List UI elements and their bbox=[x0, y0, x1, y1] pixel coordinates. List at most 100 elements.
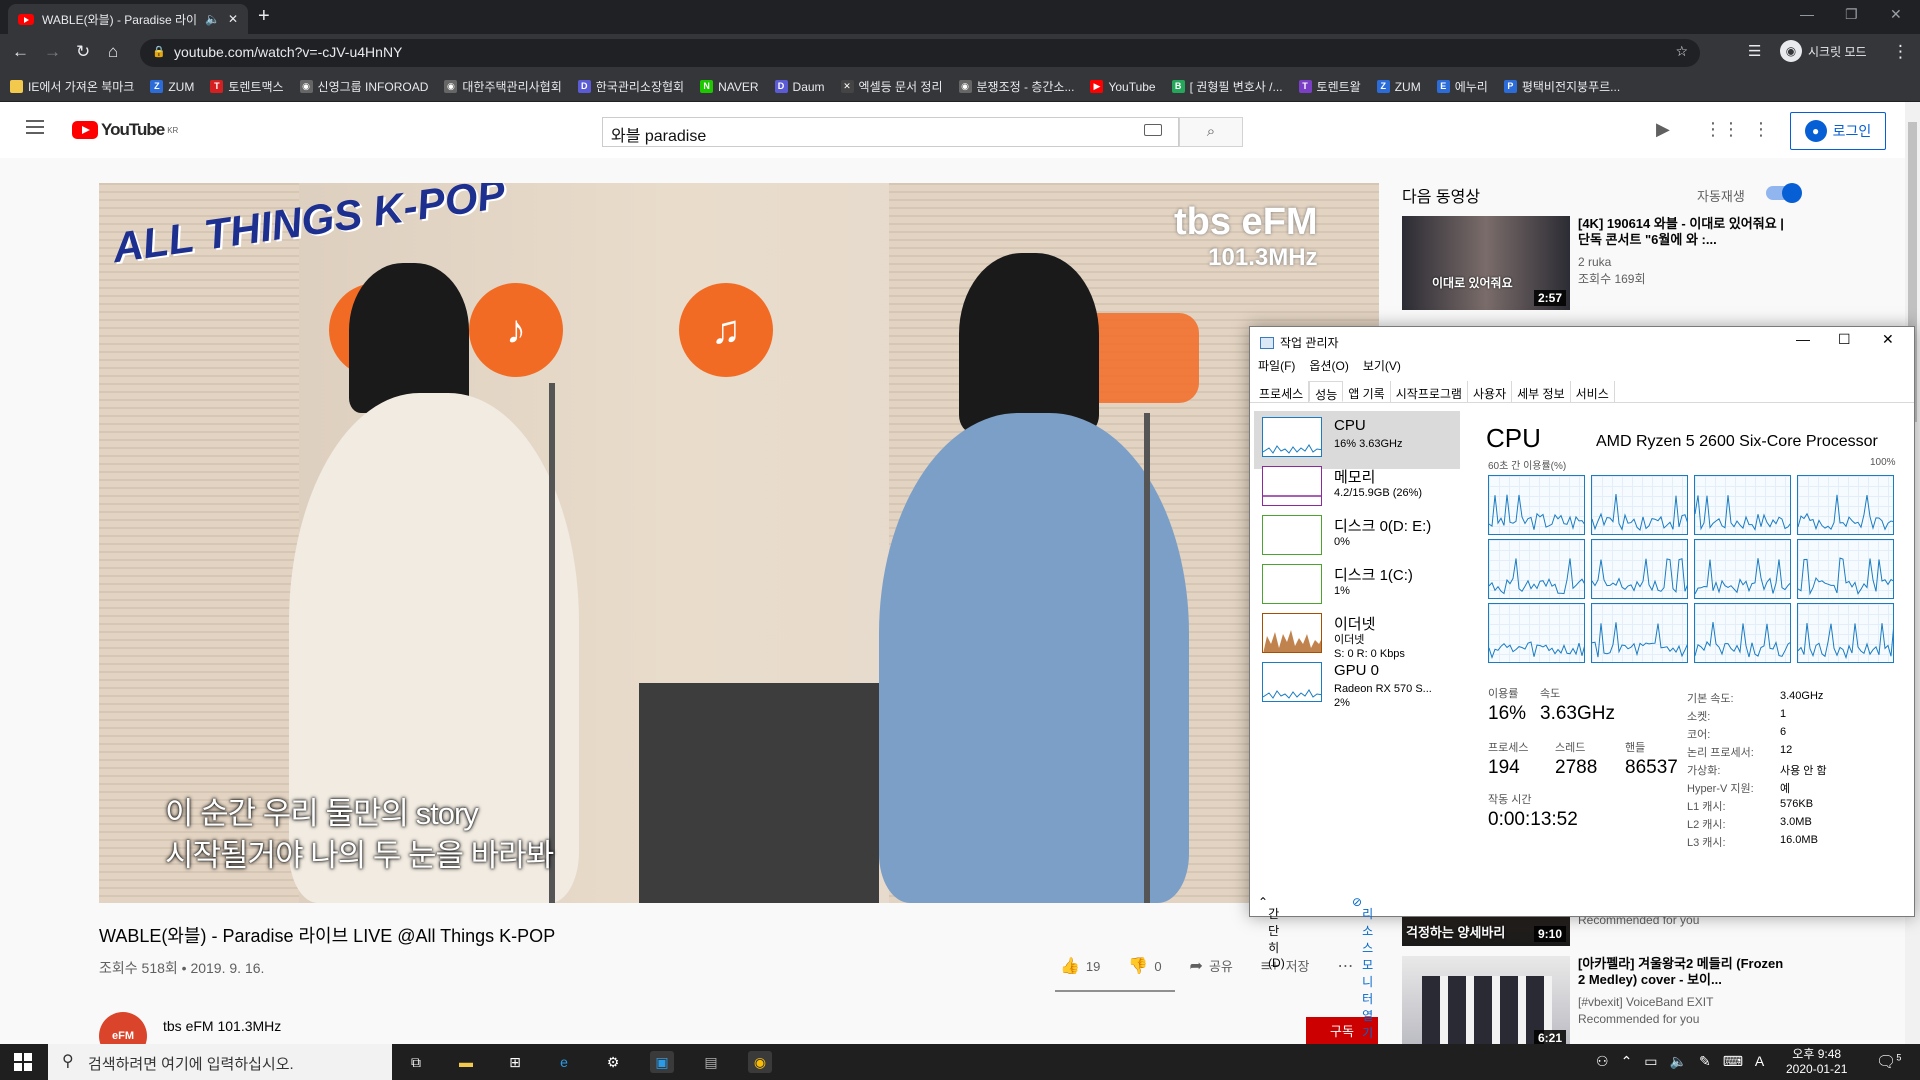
address-bar[interactable]: 🔒 youtube.com/watch?v=-cJV-u4HnNY ☆ bbox=[140, 39, 1700, 67]
taskbar-clock[interactable]: 오후 9:48 2020-01-21 bbox=[1786, 1047, 1847, 1077]
resource-monitor-link[interactable]: ⊘ 리소스 모니터 열기 bbox=[1352, 895, 1373, 1040]
browser-tab[interactable]: WABLE(와블) - Paradise 라이 🔈 ✕ bbox=[8, 4, 248, 34]
bookmark-item[interactable]: ◉ 분쟁조정 - 층간소... bbox=[958, 78, 1074, 95]
people-icon[interactable]: ⚇ bbox=[1596, 1053, 1609, 1070]
close-icon[interactable]: ✕ bbox=[1882, 331, 1894, 348]
search-button[interactable]: ⌕ bbox=[1179, 117, 1243, 147]
mute-icon[interactable]: 🔈 bbox=[205, 12, 220, 26]
pen-icon[interactable]: ✎ bbox=[1699, 1053, 1711, 1070]
network-icon[interactable]: ▭ bbox=[1644, 1053, 1657, 1070]
close-window-icon[interactable]: ✕ bbox=[1890, 6, 1902, 23]
autoplay-toggle[interactable] bbox=[1766, 183, 1802, 203]
chrome-icon[interactable]: ◉ bbox=[748, 1051, 772, 1073]
apps-grid-icon[interactable]: ⋮⋮ bbox=[1704, 119, 1740, 140]
video-thumbnail[interactable]: 이대로 있어줘요 2:57 bbox=[1402, 216, 1570, 310]
fewer-details-label: 간단히(D) bbox=[1268, 907, 1285, 970]
new-tab-button[interactable]: + bbox=[258, 5, 270, 28]
menu-file[interactable]: 파일(F) bbox=[1258, 357, 1295, 374]
youtube-logo[interactable]: YouTube KR bbox=[72, 120, 178, 140]
bookmark-item[interactable]: T 토렌트맥스 bbox=[210, 78, 284, 95]
recommendation-card[interactable]: 6:21 [아카펠라] 겨울왕국2 메들리 (Frozen 2 Medley) … bbox=[1402, 956, 1902, 1050]
restore-icon[interactable]: ❐ bbox=[1845, 6, 1858, 23]
bookmark-item[interactable]: ✕ 엑셀등 문서 정리 bbox=[840, 78, 943, 95]
windows-start-icon[interactable] bbox=[14, 1053, 32, 1071]
tab-performance[interactable]: 성능 bbox=[1309, 381, 1344, 402]
tab-processes[interactable]: 프로세스 bbox=[1254, 381, 1310, 402]
video-player[interactable]: 🔊 ♪ ♫ ALL THINGS K-POP tbs eFM 101.3MHz … bbox=[99, 183, 1379, 903]
tab-details[interactable]: 세부 정보 bbox=[1512, 381, 1571, 402]
browser-tab-strip: WABLE(와블) - Paradise 라이 🔈 ✕ + — ❐ ✕ bbox=[0, 0, 1920, 34]
channel-name[interactable]: tbs eFM 101.3MHz bbox=[163, 1018, 281, 1034]
bookmark-item[interactable]: D 한국관리소장협회 bbox=[577, 78, 685, 95]
bookmark-item[interactable]: ◉ 신영그룹 INFOROAD bbox=[299, 78, 428, 95]
bookmark-item[interactable]: P 평택비전지붕푸르... bbox=[1503, 78, 1620, 95]
back-icon[interactable]: ← bbox=[12, 42, 29, 62]
menu-kebab-icon[interactable]: ⋮ bbox=[1892, 42, 1909, 62]
tab-app-history[interactable]: 앱 기록 bbox=[1343, 381, 1391, 402]
bookmark-label: 한국관리소장협회 bbox=[595, 80, 685, 94]
tab-services[interactable]: 서비스 bbox=[1571, 381, 1615, 402]
volume-icon[interactable]: 🔈 bbox=[1670, 1053, 1687, 1070]
threads-value: 2788 bbox=[1555, 757, 1598, 778]
reload-icon[interactable]: ↻ bbox=[76, 42, 90, 62]
up-next-heading: 다음 동영상 bbox=[1402, 189, 1481, 206]
task-manager-window[interactable]: 작업 관리자 — ☐ ✕ 파일(F) 옵션(O) 보기(V) 프로세스 성능 앱… bbox=[1249, 326, 1915, 1040]
tab-users[interactable]: 사용자 bbox=[1468, 381, 1513, 402]
internet-explorer-icon[interactable]: e bbox=[552, 1051, 576, 1073]
resource-item[interactable]: GPU 0 Radeon RX 570 S... 2% bbox=[1254, 656, 1460, 714]
bookmark-item[interactable]: T 토렌트왈 bbox=[1298, 78, 1361, 95]
app-icon[interactable]: ⚙ bbox=[601, 1051, 625, 1073]
tray-expand-icon[interactable]: ⌃ bbox=[1621, 1053, 1633, 1070]
recommendation-title[interactable]: [아카펠라] 겨울왕국2 메들리 (Frozen 2 Medley) cover… bbox=[1578, 956, 1788, 988]
forward-icon[interactable]: → bbox=[44, 42, 61, 62]
bookmark-item[interactable]: B [ 권형필 변호사 /... bbox=[1171, 78, 1283, 95]
minimize-icon[interactable]: — bbox=[1796, 331, 1810, 347]
minimize-icon[interactable]: — bbox=[1800, 6, 1814, 22]
account-icon: ● bbox=[1804, 120, 1827, 142]
bookmark-item[interactable]: E 에누리 bbox=[1436, 78, 1488, 95]
store-icon[interactable]: ⊞ bbox=[503, 1051, 527, 1073]
bookmark-item[interactable]: Z ZUM bbox=[1376, 80, 1421, 94]
hamburger-menu-icon[interactable] bbox=[26, 120, 44, 134]
incognito-indicator[interactable]: ◉ 시크릿 모드 bbox=[1780, 40, 1867, 62]
task-manager-taskbar-icon[interactable]: ▣ bbox=[650, 1051, 674, 1073]
bookmark-star-icon[interactable]: ☆ bbox=[1675, 43, 1688, 60]
maximize-icon[interactable]: ☐ bbox=[1838, 331, 1851, 348]
fewer-details-button[interactable]: ⌃ 간단히(D) bbox=[1258, 895, 1285, 970]
resource-detail: 이더넷 bbox=[1334, 634, 1365, 646]
home-icon[interactable]: ⌂ bbox=[108, 42, 118, 62]
more-actions-icon[interactable]: ⋯ bbox=[1337, 956, 1359, 976]
settings-kebab-icon[interactable]: ⋮ bbox=[1752, 119, 1770, 140]
queue-icon[interactable]: ☰ bbox=[1748, 42, 1761, 60]
login-button[interactable]: ● 로그인 bbox=[1790, 112, 1886, 150]
keyboard-icon[interactable]: ⌨ bbox=[1723, 1053, 1743, 1070]
video-thumbnail[interactable]: 6:21 bbox=[1402, 956, 1570, 1050]
ime-indicator[interactable]: A bbox=[1755, 1053, 1764, 1070]
keyboard-icon[interactable] bbox=[1144, 124, 1162, 136]
bookmark-item[interactable]: ▶ YouTube bbox=[1090, 80, 1156, 94]
tab-startup[interactable]: 시작프로그램 bbox=[1391, 381, 1468, 402]
search-input[interactable]: 와블 paradise bbox=[602, 117, 1179, 147]
recommendation-title[interactable]: [4K] 190614 와블 - 이대로 있어줘요 | 단독 콘서트 "6월에 … bbox=[1578, 216, 1788, 248]
recommendation-card[interactable]: 이대로 있어줘요 2:57 [4K] 190614 와블 - 이대로 있어줘요 … bbox=[1402, 216, 1902, 310]
taskbar-search-box[interactable]: ⚲ 검색하려면 여기에 입력하십시오. bbox=[48, 1044, 392, 1080]
bookmark-item[interactable]: ◉ 대한주택관리사협회 bbox=[444, 78, 562, 95]
dislike-button[interactable]: 👎 0 bbox=[1128, 956, 1161, 976]
create-video-icon[interactable]: ▶ bbox=[1656, 119, 1670, 140]
menu-view[interactable]: 보기(V) bbox=[1363, 357, 1401, 374]
share-button[interactable]: ➦ 공유 bbox=[1190, 956, 1233, 976]
app-window-icon[interactable]: ▤ bbox=[699, 1051, 723, 1073]
bookmark-item[interactable]: D Daum bbox=[774, 80, 825, 94]
task-view-icon[interactable]: ⧉ bbox=[404, 1051, 428, 1073]
notification-center-icon[interactable]: 🗨5 bbox=[1876, 1052, 1901, 1072]
cpu-core-graphs bbox=[1488, 475, 1900, 671]
spec-label: L3 캐시: bbox=[1687, 837, 1726, 849]
bookmark-item[interactable]: IE에서 가져온 북마크 bbox=[10, 78, 134, 95]
bookmark-item[interactable]: N NAVER bbox=[700, 80, 759, 94]
bookmark-item[interactable]: Z ZUM bbox=[150, 80, 194, 94]
like-button[interactable]: 👍 19 bbox=[1060, 956, 1100, 976]
youtube-favicon-icon bbox=[18, 13, 34, 25]
menu-options[interactable]: 옵션(O) bbox=[1309, 357, 1348, 374]
file-explorer-icon[interactable]: ▬ bbox=[454, 1051, 478, 1073]
close-tab-icon[interactable]: ✕ bbox=[228, 12, 238, 26]
